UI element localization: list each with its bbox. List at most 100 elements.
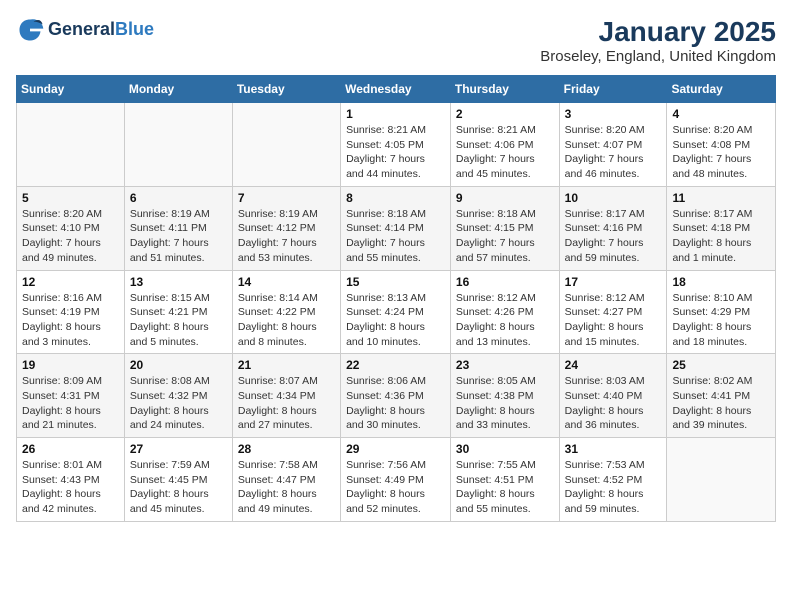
day-info: Sunrise: 8:20 AMSunset: 4:10 PMDaylight:… bbox=[22, 207, 119, 266]
logo-icon bbox=[16, 16, 44, 44]
calendar-day-cell: 24 Sunrise: 8:03 AMSunset: 4:40 PMDayligh… bbox=[559, 354, 667, 438]
weekday-header: Friday bbox=[559, 76, 667, 103]
day-info: Sunrise: 8:16 AMSunset: 4:19 PMDaylight:… bbox=[22, 291, 119, 350]
calendar-day-cell: 16Sunrise: 8:12 AMSunset: 4:26 PMDayligh… bbox=[450, 270, 559, 354]
calendar-day-cell: 13 Sunrise: 8:15 AMSunset: 4:21 PMDayligh… bbox=[124, 270, 232, 354]
calendar-day-cell bbox=[232, 103, 340, 187]
calendar-day-cell: 30Sunrise: 7:55 AMSunset: 4:51 PMDayligh… bbox=[450, 438, 559, 522]
day-number: 26 bbox=[22, 442, 119, 456]
day-info: Sunrise: 8:19 AMSunset: 4:12 PMDaylight:… bbox=[238, 207, 335, 266]
calendar-day-cell: 19 Sunrise: 8:09 AMSunset: 4:31 PMDayligh… bbox=[17, 354, 125, 438]
weekday-header: Saturday bbox=[667, 76, 776, 103]
calendar-week-row: 26 Sunrise: 8:01 AMSunset: 4:43 PMDayligh… bbox=[17, 438, 776, 522]
day-number: 3 bbox=[565, 107, 662, 121]
day-number: 4 bbox=[672, 107, 770, 121]
calendar-day-cell: 8 Sunrise: 8:18 AMSunset: 4:14 PMDaylight… bbox=[341, 186, 451, 270]
calendar-day-cell: 14 Sunrise: 8:14 AMSunset: 4:22 PMDayligh… bbox=[232, 270, 340, 354]
day-number: 12 bbox=[22, 275, 119, 289]
calendar-week-row: 12 Sunrise: 8:16 AMSunset: 4:19 PMDayligh… bbox=[17, 270, 776, 354]
logo-text: GeneralBlue bbox=[48, 20, 154, 40]
weekday-header: Tuesday bbox=[232, 76, 340, 103]
calendar-day-cell: 31Sunrise: 7:53 AMSunset: 4:52 PMDayligh… bbox=[559, 438, 667, 522]
day-info: Sunrise: 8:15 AMSunset: 4:21 PMDaylight:… bbox=[130, 291, 227, 350]
calendar-week-row: 1 Sunrise: 8:21 AMSunset: 4:05 PMDaylight… bbox=[17, 103, 776, 187]
calendar-day-cell: 22 Sunrise: 8:06 AMSunset: 4:36 PMDayligh… bbox=[341, 354, 451, 438]
calendar-day-cell: 27 Sunrise: 7:59 AMSunset: 4:45 PMDayligh… bbox=[124, 438, 232, 522]
day-info: Sunrise: 8:21 AMSunset: 4:05 PMDaylight:… bbox=[346, 123, 445, 182]
day-number: 2 bbox=[456, 107, 554, 121]
day-info: Sunrise: 7:59 AMSunset: 4:45 PMDaylight:… bbox=[130, 458, 227, 517]
day-number: 8 bbox=[346, 191, 445, 205]
day-info: Sunrise: 8:12 AMSunset: 4:27 PMDaylight:… bbox=[565, 291, 662, 350]
weekday-header: Monday bbox=[124, 76, 232, 103]
weekday-header: Thursday bbox=[450, 76, 559, 103]
day-info: Sunrise: 8:14 AMSunset: 4:22 PMDaylight:… bbox=[238, 291, 335, 350]
calendar-day-cell: 20 Sunrise: 8:08 AMSunset: 4:32 PMDayligh… bbox=[124, 354, 232, 438]
weekday-header-row: SundayMondayTuesdayWednesdayThursdayFrid… bbox=[17, 76, 776, 103]
day-number: 5 bbox=[22, 191, 119, 205]
day-number: 15 bbox=[346, 275, 445, 289]
day-number: 25 bbox=[672, 358, 770, 372]
day-info: Sunrise: 8:18 AMSunset: 4:15 PMDaylight:… bbox=[456, 207, 554, 266]
calendar-day-cell: 7 Sunrise: 8:19 AMSunset: 4:12 PMDaylight… bbox=[232, 186, 340, 270]
day-info: Sunrise: 7:58 AMSunset: 4:47 PMDaylight:… bbox=[238, 458, 335, 517]
calendar-day-cell: 9 Sunrise: 8:18 AMSunset: 4:15 PMDaylight… bbox=[450, 186, 559, 270]
day-number: 14 bbox=[238, 275, 335, 289]
day-info: Sunrise: 8:06 AMSunset: 4:36 PMDaylight:… bbox=[346, 374, 445, 433]
calendar-day-cell: 1 Sunrise: 8:21 AMSunset: 4:05 PMDaylight… bbox=[341, 103, 451, 187]
weekday-header: Wednesday bbox=[341, 76, 451, 103]
day-number: 9 bbox=[456, 191, 554, 205]
calendar-day-cell: 25 Sunrise: 8:02 AMSunset: 4:41 PMDayligh… bbox=[667, 354, 776, 438]
calendar-day-cell bbox=[17, 103, 125, 187]
calendar-day-cell: 28 Sunrise: 7:58 AMSunset: 4:47 PMDayligh… bbox=[232, 438, 340, 522]
calendar-day-cell bbox=[667, 438, 776, 522]
day-number: 21 bbox=[238, 358, 335, 372]
day-info: Sunrise: 8:03 AMSunset: 4:40 PMDaylight:… bbox=[565, 374, 662, 433]
day-number: 19 bbox=[22, 358, 119, 372]
day-number: 27 bbox=[130, 442, 227, 456]
day-info: Sunrise: 8:02 AMSunset: 4:41 PMDaylight:… bbox=[672, 374, 770, 433]
title-section: January 2025 Broseley, England, United K… bbox=[540, 16, 776, 65]
day-info: Sunrise: 8:21 AMSunset: 4:06 PMDaylight:… bbox=[456, 123, 554, 182]
day-info: Sunrise: 7:56 AMSunset: 4:49 PMDaylight:… bbox=[346, 458, 445, 517]
day-number: 6 bbox=[130, 191, 227, 205]
weekday-header: Sunday bbox=[17, 76, 125, 103]
day-number: 28 bbox=[238, 442, 335, 456]
calendar-day-cell bbox=[124, 103, 232, 187]
day-info: Sunrise: 8:17 AMSunset: 4:18 PMDaylight:… bbox=[672, 207, 770, 266]
day-number: 20 bbox=[130, 358, 227, 372]
day-info: Sunrise: 8:18 AMSunset: 4:14 PMDaylight:… bbox=[346, 207, 445, 266]
day-number: 10 bbox=[565, 191, 662, 205]
calendar-day-cell: 5 Sunrise: 8:20 AMSunset: 4:10 PMDaylight… bbox=[17, 186, 125, 270]
day-number: 23 bbox=[456, 358, 554, 372]
day-info: Sunrise: 8:08 AMSunset: 4:32 PMDaylight:… bbox=[130, 374, 227, 433]
calendar-day-cell: 4Sunrise: 8:20 AMSunset: 4:08 PMDaylight… bbox=[667, 103, 776, 187]
day-number: 1 bbox=[346, 107, 445, 121]
day-info: Sunrise: 8:19 AMSunset: 4:11 PMDaylight:… bbox=[130, 207, 227, 266]
calendar-day-cell: 10Sunrise: 8:17 AMSunset: 4:16 PMDayligh… bbox=[559, 186, 667, 270]
calendar-day-cell: 12 Sunrise: 8:16 AMSunset: 4:19 PMDayligh… bbox=[17, 270, 125, 354]
day-number: 24 bbox=[565, 358, 662, 372]
day-info: Sunrise: 8:01 AMSunset: 4:43 PMDaylight:… bbox=[22, 458, 119, 517]
day-number: 13 bbox=[130, 275, 227, 289]
day-info: Sunrise: 8:05 AMSunset: 4:38 PMDaylight:… bbox=[456, 374, 554, 433]
day-number: 22 bbox=[346, 358, 445, 372]
calendar-day-cell: 3 Sunrise: 8:20 AMSunset: 4:07 PMDaylight… bbox=[559, 103, 667, 187]
day-info: Sunrise: 7:55 AMSunset: 4:51 PMDaylight:… bbox=[456, 458, 554, 517]
day-info: Sunrise: 8:20 AMSunset: 4:07 PMDaylight:… bbox=[565, 123, 662, 182]
calendar-day-cell: 11Sunrise: 8:17 AMSunset: 4:18 PMDayligh… bbox=[667, 186, 776, 270]
calendar-day-cell: 29Sunrise: 7:56 AMSunset: 4:49 PMDayligh… bbox=[341, 438, 451, 522]
day-info: Sunrise: 8:09 AMSunset: 4:31 PMDaylight:… bbox=[22, 374, 119, 433]
calendar-day-cell: 6 Sunrise: 8:19 AMSunset: 4:11 PMDaylight… bbox=[124, 186, 232, 270]
day-info: Sunrise: 8:13 AMSunset: 4:24 PMDaylight:… bbox=[346, 291, 445, 350]
day-info: Sunrise: 8:12 AMSunset: 4:26 PMDaylight:… bbox=[456, 291, 554, 350]
day-info: Sunrise: 8:10 AMSunset: 4:29 PMDaylight:… bbox=[672, 291, 770, 350]
day-number: 7 bbox=[238, 191, 335, 205]
calendar-day-cell: 26 Sunrise: 8:01 AMSunset: 4:43 PMDayligh… bbox=[17, 438, 125, 522]
calendar-week-row: 5 Sunrise: 8:20 AMSunset: 4:10 PMDaylight… bbox=[17, 186, 776, 270]
page-header: GeneralBlue January 2025 Broseley, Engla… bbox=[16, 16, 776, 65]
day-number: 31 bbox=[565, 442, 662, 456]
calendar-subtitle: Broseley, England, United Kingdom bbox=[540, 48, 776, 65]
calendar-day-cell: 23 Sunrise: 8:05 AMSunset: 4:38 PMDayligh… bbox=[450, 354, 559, 438]
calendar-day-cell: 17Sunrise: 8:12 AMSunset: 4:27 PMDayligh… bbox=[559, 270, 667, 354]
